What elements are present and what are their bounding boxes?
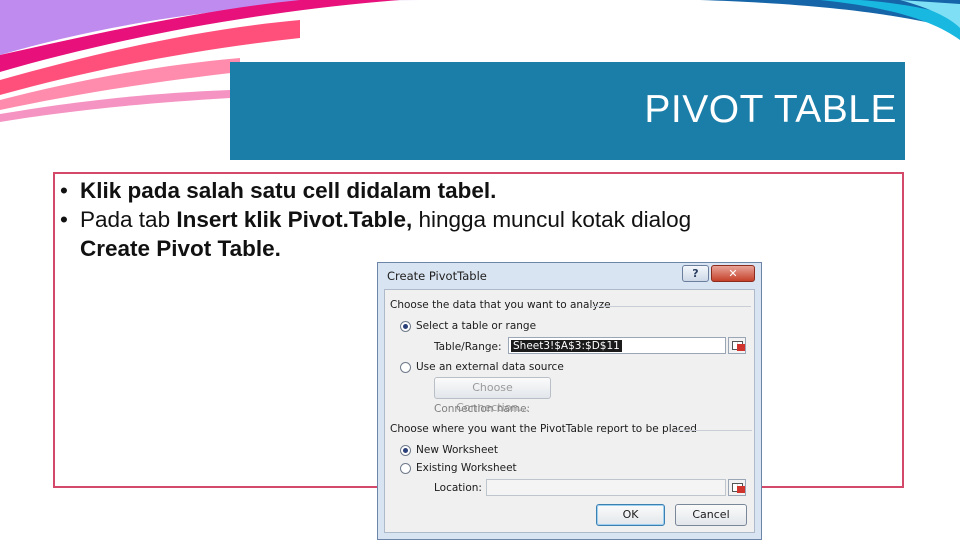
- section-separator: [591, 306, 751, 307]
- bullet-item-2: • Pada tab Insert klik Pivot.Table, hing…: [60, 205, 900, 263]
- section-separator: [674, 430, 752, 431]
- close-button[interactable]: ✕: [711, 265, 755, 282]
- title-band: PIVOT TABLE: [230, 62, 905, 160]
- radio-external-source[interactable]: [400, 362, 411, 373]
- table-range-value: Sheet3!$A$3:$D$11: [511, 340, 622, 352]
- dialog-title: Create PivotTable: [387, 269, 487, 283]
- section-analyze-label: Choose the data that you want to analyze: [390, 299, 611, 311]
- bullet-2-bold-1: Insert klik Pivot.Table,: [176, 207, 413, 232]
- bullet-marker: •: [60, 178, 68, 203]
- radio-existing-worksheet-label: Existing Worksheet: [416, 462, 517, 474]
- section-placement-label: Choose where you want the PivotTable rep…: [390, 423, 697, 435]
- radio-existing-worksheet[interactable]: [400, 463, 411, 474]
- connection-name-label: Connection name:: [434, 403, 531, 415]
- dialog-body: Choose the data that you want to analyze…: [384, 289, 755, 533]
- location-input[interactable]: [486, 479, 726, 496]
- create-pivottable-dialog: Create PivotTable ? ✕ Choose the data th…: [377, 262, 762, 540]
- bullet-1-bold: Klik pada salah satu cell didalam tabel.: [80, 178, 497, 203]
- range-picker-icon[interactable]: [728, 337, 746, 354]
- radio-new-worksheet-label: New Worksheet: [416, 444, 498, 456]
- bullet-list: • Klik pada salah satu cell didalam tabe…: [60, 176, 900, 263]
- bullet-2-bold-2: Create Pivot Table.: [80, 236, 281, 261]
- table-range-label: Table/Range:: [434, 341, 502, 353]
- ok-button[interactable]: OK: [596, 504, 665, 526]
- help-button[interactable]: ?: [682, 265, 709, 282]
- bullet-marker: •: [60, 207, 68, 232]
- radio-external-source-label: Use an external data source: [416, 361, 564, 373]
- choose-connection-button[interactable]: Choose Connection...: [434, 377, 551, 414]
- table-range-input[interactable]: Sheet3!$A$3:$D$11: [508, 337, 726, 354]
- radio-new-worksheet[interactable]: [400, 445, 411, 456]
- cancel-button[interactable]: Cancel: [675, 504, 747, 526]
- location-label: Location:: [434, 482, 482, 494]
- slide-title: PIVOT TABLE: [644, 88, 897, 131]
- radio-select-table-label: Select a table or range: [416, 320, 537, 332]
- radio-select-table[interactable]: [400, 321, 411, 332]
- bullet-item-1: • Klik pada salah satu cell didalam tabe…: [60, 176, 900, 205]
- bullet-2-text-1: Pada tab: [80, 207, 177, 232]
- location-picker-icon[interactable]: [728, 479, 746, 496]
- bullet-2-text-2: hingga muncul kotak dialog: [412, 207, 692, 232]
